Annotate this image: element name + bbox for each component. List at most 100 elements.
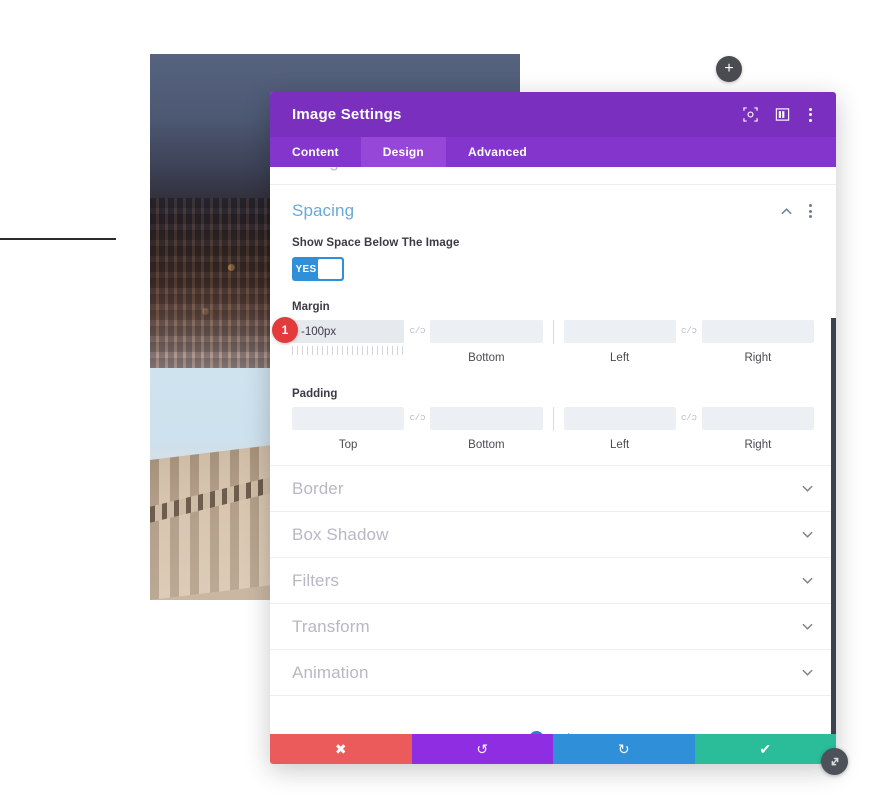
modal-footer: ✖ ↺ ↻ ✔ <box>270 734 836 764</box>
section-sizing-label: Sizing <box>292 167 339 172</box>
page-title: tions <box>0 168 116 212</box>
modal-scrollbar[interactable] <box>831 318 836 734</box>
section-box-shadow-label: Box Shadow <box>292 524 389 544</box>
padding-right-cell: Right <box>701 407 814 451</box>
image-settings-modal: Image Settings Content Design Advanced S… <box>270 92 836 764</box>
padding-top-label: Top <box>338 439 358 451</box>
padding-link-top-bottom-icon[interactable]: c/ɔ <box>404 407 430 423</box>
margin-link-top-bottom-icon[interactable]: c/ɔ <box>404 320 430 336</box>
chevron-down-icon <box>802 577 813 584</box>
margin-bottom-input[interactable] <box>430 320 543 343</box>
margin-right-label: Right <box>744 352 772 364</box>
question-mark-icon: ? <box>528 730 544 734</box>
save-button[interactable]: ✔ <box>694 734 836 764</box>
padding-top-cell: Top <box>292 407 405 451</box>
cancel-button[interactable]: ✖ <box>270 734 412 764</box>
focus-target-icon[interactable] <box>743 107 758 122</box>
padding-left-label: Left <box>610 439 630 451</box>
tab-design[interactable]: Design <box>360 137 446 167</box>
margin-divider <box>552 320 554 344</box>
section-transform-label: Transform <box>292 616 370 636</box>
body-line: strud exercitation <box>0 330 116 356</box>
margin-top-cell: 1 Top <box>272 317 405 364</box>
chevron-down-icon <box>801 167 814 168</box>
margin-bottom-cell: Bottom <box>430 320 543 364</box>
section-border-label: Border <box>292 478 344 498</box>
modal-body: Sizing Spacing Show Space Below <box>270 167 836 734</box>
heading-divider <box>0 238 116 240</box>
modal-header-actions <box>743 106 814 124</box>
body-text: adipiscing elit, sed t dolore magna stru… <box>0 278 116 408</box>
spacing-more-options-icon[interactable] <box>807 202 814 220</box>
modal-header: Image Settings <box>270 92 836 137</box>
body-line: luptate velit esse <box>0 382 116 408</box>
help-label: Help <box>551 731 578 735</box>
padding-left-cell: Left <box>563 407 676 451</box>
plus-icon: + <box>724 60 734 77</box>
step-badge-1: 1 <box>272 317 298 343</box>
redo-button[interactable]: ↻ <box>553 734 695 764</box>
padding-bottom-label: Bottom <box>468 439 505 451</box>
tab-advanced[interactable]: Advanced <box>446 137 549 167</box>
text-column: tions adipiscing elit, sed t dolore magn… <box>0 168 116 408</box>
section-spacing-label: Spacing <box>292 201 355 220</box>
chevron-down-icon <box>802 531 813 538</box>
section-box-shadow[interactable]: Box Shadow <box>270 512 836 558</box>
show-space-toggle[interactable]: YES <box>292 257 344 281</box>
layout-panel-icon[interactable] <box>775 107 790 122</box>
tab-content[interactable]: Content <box>270 137 361 167</box>
modal-resize-handle[interactable] <box>821 748 848 775</box>
padding-fields: Top c/ɔ Bottom Left c/ɔ Right <box>270 407 836 451</box>
chevron-down-icon <box>802 485 813 492</box>
toggle-value: YES <box>295 263 317 275</box>
margin-right-cell: Right <box>701 320 814 364</box>
section-sizing[interactable]: Sizing <box>270 167 836 185</box>
margin-bottom-label: Bottom <box>468 352 505 364</box>
section-animation-label: Animation <box>292 662 369 682</box>
padding-bottom-input[interactable] <box>430 407 543 430</box>
padding-right-input[interactable] <box>701 407 814 430</box>
margin-top-input[interactable] <box>292 320 405 343</box>
padding-group-label: Padding <box>292 388 338 400</box>
section-spacing: Spacing Show Space Below The Image YES M… <box>270 185 836 466</box>
diagonal-resize-icon <box>831 757 838 765</box>
add-module-button[interactable]: + <box>716 56 742 82</box>
body-line: modo consequat. <box>0 356 116 382</box>
section-spacing-header[interactable]: Spacing <box>270 185 836 237</box>
padding-bottom-cell: Bottom <box>430 407 543 451</box>
section-filters[interactable]: Filters <box>270 558 836 604</box>
body-line: adipiscing elit, sed <box>0 278 116 304</box>
show-space-label: Show Space Below The Image <box>292 237 460 249</box>
close-icon: ✖ <box>334 740 347 757</box>
section-transform[interactable]: Transform <box>270 604 836 650</box>
body-line: t dolore magna <box>0 304 116 330</box>
margin-left-input[interactable] <box>563 320 676 343</box>
modal-title: Image Settings <box>292 106 402 123</box>
padding-link-left-right-icon[interactable]: c/ɔ <box>676 407 702 423</box>
padding-right-label: Right <box>744 439 772 451</box>
padding-top-input[interactable] <box>292 407 405 430</box>
margin-top-ruler[interactable] <box>292 346 405 355</box>
section-border[interactable]: Border <box>270 466 836 512</box>
chevron-down-icon <box>802 623 813 630</box>
margin-group-label: Margin <box>292 301 330 313</box>
margin-link-left-right-icon[interactable]: c/ɔ <box>676 320 702 336</box>
margin-right-input[interactable] <box>701 320 814 343</box>
section-animation[interactable]: Animation <box>270 650 836 696</box>
modal-tabs: Content Design Advanced <box>270 137 836 167</box>
help-row[interactable]: ? Help <box>270 696 836 734</box>
redo-icon: ↻ <box>617 740 630 757</box>
padding-divider <box>552 407 554 431</box>
checkmark-icon: ✔ <box>759 740 772 757</box>
chevron-up-icon[interactable] <box>780 205 793 218</box>
toggle-knob <box>318 259 342 279</box>
undo-button[interactable]: ↺ <box>411 734 553 764</box>
margin-left-cell: Left <box>563 320 676 364</box>
more-options-icon[interactable] <box>807 106 814 124</box>
section-filters-label: Filters <box>292 570 339 590</box>
undo-icon: ↺ <box>476 740 489 757</box>
padding-left-input[interactable] <box>563 407 676 430</box>
margin-left-label: Left <box>610 352 630 364</box>
margin-fields: 1 Top c/ɔ Bottom Left <box>270 317 836 364</box>
chevron-down-icon <box>802 669 813 676</box>
